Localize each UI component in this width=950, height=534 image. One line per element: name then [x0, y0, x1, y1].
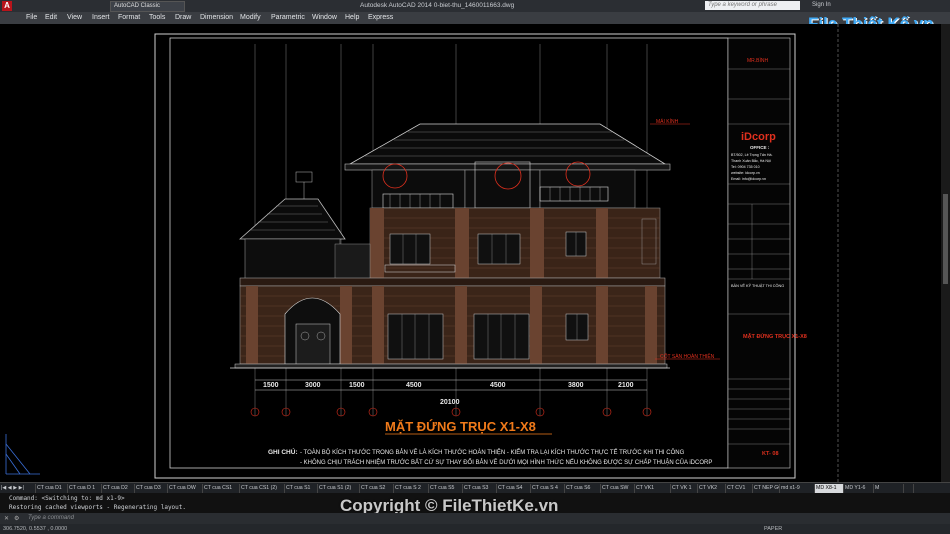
note-line: - TOÀN BỘ KÍCH THƯỚC TRONG BẢN VẼ LÀ KÍC… [300, 448, 685, 456]
layout-tab[interactable]: CT cua S3 [463, 484, 497, 493]
dim-label: 1500 [263, 382, 279, 389]
total-dim-label: 20100 [440, 399, 460, 406]
drawing-canvas[interactable]: MÁI KÍNH CỐT SÀN HOÀN THIỆN 1500 3000 15… [0, 24, 950, 482]
paper-model-toggle[interactable]: PAPER [764, 526, 782, 532]
workspace-dropdown[interactable]: AutoCAD Classic [110, 1, 185, 12]
layout-tab[interactable]: CT cua S2 [360, 484, 394, 493]
command-line: Command: <Switching to: md x1-9> [9, 495, 125, 502]
drawing-sheet[interactable]: MÁI KÍNH CỐT SÀN HOÀN THIỆN 1500 3000 15… [0, 24, 950, 482]
layout-tab[interactable]: CT cua S5 [429, 484, 463, 493]
layout-tab[interactable]: M [874, 484, 904, 493]
menu-dimension[interactable]: Dimension [200, 14, 233, 21]
menu-help[interactable]: Help [345, 14, 359, 21]
tab-nav-buttons[interactable]: |◀ ◀ ▶ ▶| [0, 484, 36, 493]
command-placeholder: Type a command [28, 515, 74, 521]
menu-tools[interactable]: Tools [149, 14, 165, 21]
layout-tab[interactable]: MD Y1-6 [844, 484, 874, 493]
menu-express[interactable]: Express [368, 14, 393, 21]
layout-tab[interactable]: CT cua S 2 [394, 484, 429, 493]
layout-tab[interactable]: CT cua D3 [135, 484, 168, 493]
layout-tab[interactable]: CT VK1 [635, 484, 671, 493]
company-name: iDcorp [741, 131, 776, 143]
dimension-chain: 1500 3000 1500 4500 4500 3800 2100 20100 [250, 379, 652, 417]
menu-format[interactable]: Format [118, 14, 140, 21]
building-elevation [230, 123, 720, 369]
sheet-name: BẢN VẼ KỸ THUẬT THI CÔNG [731, 283, 784, 288]
office-line: Email: info@idcorp.vn [731, 177, 766, 181]
layout-tab[interactable]: CT NEP GO [753, 484, 780, 493]
drawing-title: MẶT ĐỨNG TRỤC X1-X8 [385, 419, 536, 434]
layout-tab[interactable]: CT VK 1 [671, 484, 698, 493]
notes-label: GHI CHÚ: [268, 447, 298, 456]
layout-tab[interactable]: CT cua S1 [285, 484, 318, 493]
roof-label: MÁI KÍNH [656, 118, 679, 125]
layout-tab[interactable]: CT cua S6 [565, 484, 601, 493]
menu-view[interactable]: View [67, 14, 82, 21]
menu-parametric[interactable]: Parametric [271, 14, 305, 21]
owner-name: MR.BÌNH [747, 57, 769, 64]
dim-label: 3000 [305, 382, 321, 389]
dim-label: 4500 [406, 382, 422, 389]
ucs-icon [5, 434, 40, 475]
menu-insert[interactable]: Insert [92, 14, 110, 21]
layout-tab[interactable]: CT cua D2 [102, 484, 135, 493]
dim-label: 4500 [490, 382, 506, 389]
layout-tab[interactable]: CT cua CS1 (2) [240, 484, 285, 493]
layout-tab[interactable] [904, 484, 914, 493]
menu-window[interactable]: Window [312, 14, 337, 21]
window-title: Autodesk AutoCAD 2014 0-biet-thu_1460011… [360, 2, 515, 9]
layout-tab[interactable]: CT cua SW [601, 484, 635, 493]
sheet-number: KT- 08 [762, 451, 779, 457]
autocad-logo-icon[interactable]: A [2, 1, 12, 11]
office-line: website: idcorp.vn [731, 171, 760, 175]
layout-tab[interactable]: CT cua S 4 [531, 484, 565, 493]
layout-tab[interactable]: md x1-9 [780, 484, 815, 493]
status-bar: 306.7520, 0.5537 , 0.0000 PAPER [0, 524, 950, 534]
layout-tab[interactable]: CT cua D 1 [68, 484, 102, 493]
layout-tab[interactable]: CT cua DW [168, 484, 203, 493]
coordinate-readout: 306.7520, 0.5537 , 0.0000 [3, 526, 68, 532]
menu-file[interactable]: File [26, 14, 37, 21]
layout-tab-active[interactable]: MD X8-1 [815, 484, 844, 493]
dim-label: 3800 [568, 382, 584, 389]
title-bar: A AutoCAD Classic Autodesk AutoCAD 2014 … [0, 0, 950, 12]
layout-tab[interactable]: CT cua S1 (2) [318, 484, 360, 493]
sign-in-button[interactable]: Sign In [812, 2, 831, 8]
office-line: Thanh Xuân Bắc, Hà Nội [731, 158, 771, 163]
layout-tab[interactable]: CT cua S4 [497, 484, 531, 493]
wrench-icon[interactable]: ⚙ [14, 515, 19, 522]
command-line: Restoring cached viewports - Regeneratin… [9, 504, 187, 511]
layout-tab[interactable]: CT VK2 [698, 484, 726, 493]
floor-label: CỐT SÀN HOÀN THIỆN [660, 352, 715, 360]
menu-draw[interactable]: Draw [175, 14, 191, 21]
dim-label: 1500 [349, 382, 365, 389]
sheet-title: MẶT ĐỨNG TRỤC X1-X8 [743, 333, 807, 340]
note-line: - KHÔNG CHỊU TRÁCH NHIỆM TRƯỚC BẤT CỨ SỰ… [300, 458, 712, 466]
office-label: OFFICE : [750, 145, 770, 150]
menu-modify[interactable]: Modify [240, 14, 261, 21]
layout-tab[interactable]: CT CV1 [726, 484, 753, 493]
layout-tab[interactable]: CT cua CS1 [203, 484, 240, 493]
command-input[interactable]: ✕ ⚙ Type a command [0, 513, 950, 524]
menu-edit[interactable]: Edit [45, 14, 57, 21]
vertical-scrollbar[interactable] [943, 194, 948, 284]
close-icon[interactable]: ✕ [4, 515, 9, 522]
layout-tab[interactable]: CT cua D1 [36, 484, 68, 493]
office-line: Tel: 0904 735 010 [731, 165, 760, 169]
search-input[interactable]: Type a keyword or phrase [705, 1, 800, 10]
dim-label: 2100 [618, 382, 634, 389]
office-line: BT/502, Lê Trọng Tấn Hà. [731, 153, 773, 157]
